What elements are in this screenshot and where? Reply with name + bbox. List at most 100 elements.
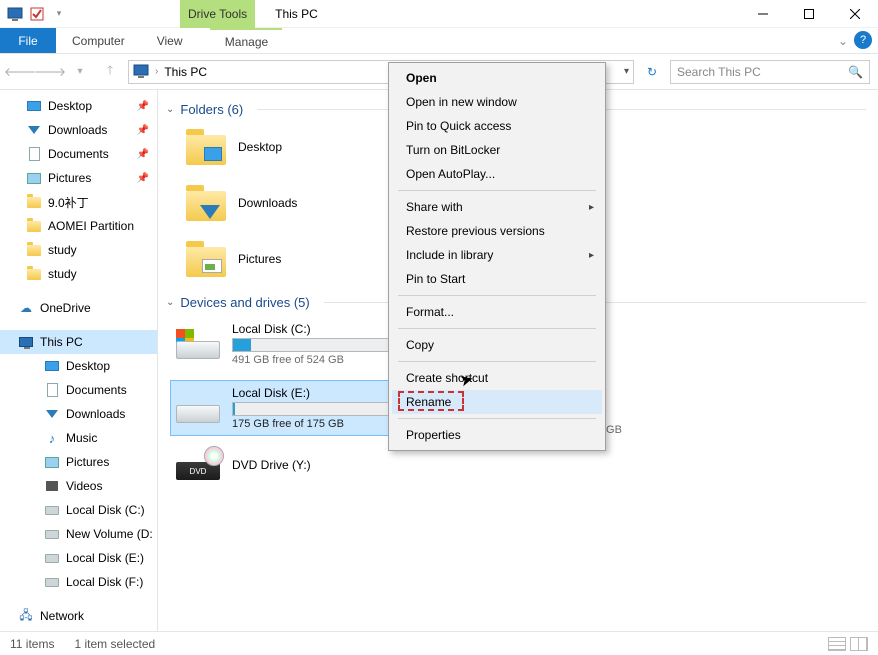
maximize-button[interactable] — [786, 0, 832, 28]
cm-pin-to-start[interactable]: Pin to Start — [392, 267, 602, 291]
manage-tab[interactable]: Manage — [210, 28, 282, 53]
help-icon[interactable]: ? — [854, 31, 872, 49]
nav-quick-downloads[interactable]: Downloads📌 — [0, 118, 157, 142]
nav-pc-disk-f[interactable]: Local Disk (F:) — [0, 570, 157, 594]
cm-open-autoplay[interactable]: Open AutoPlay... — [392, 162, 602, 186]
cm-share-with[interactable]: Share with▸ — [392, 195, 602, 219]
nav-quick-folder-3[interactable]: study — [0, 238, 157, 262]
title-bar: ▾ Drive Tools This PC — [0, 0, 878, 28]
cm-create-shortcut[interactable]: Create shortcut — [392, 366, 602, 390]
desktop-icon — [26, 98, 42, 114]
forward-button[interactable]: 🡒 — [38, 60, 62, 84]
status-bar: 11 items 1 item selected — [0, 631, 878, 655]
nav-pc-disk-e[interactable]: Local Disk (E:) — [0, 546, 157, 570]
search-input[interactable]: Search This PC 🔍 — [670, 60, 870, 84]
qat-dropdown-icon[interactable]: ▾ — [50, 5, 68, 23]
disk-icon — [44, 550, 60, 566]
file-tab[interactable]: File — [0, 28, 56, 53]
nav-quick-desktop[interactable]: Desktop📌 — [0, 94, 157, 118]
up-button[interactable]: 🡑 — [98, 60, 122, 84]
folder-icon — [26, 218, 42, 234]
disk-icon — [44, 574, 60, 590]
cm-rename[interactable]: Rename — [392, 390, 602, 414]
this-pc-icon — [18, 334, 34, 350]
nav-pc-videos[interactable]: Videos — [0, 474, 157, 498]
chevron-down-icon: ⌄ — [166, 104, 174, 115]
search-icon: 🔍 — [848, 65, 863, 79]
refresh-button[interactable]: ↻ — [640, 60, 664, 84]
folder-icon — [186, 129, 226, 165]
nav-onedrive[interactable]: ☁OneDrive — [0, 296, 157, 320]
music-icon: ♪ — [44, 430, 60, 446]
context-menu: Open Open in new window Pin to Quick acc… — [388, 62, 606, 451]
minimize-button[interactable] — [740, 0, 786, 28]
status-selection-count: 1 item selected — [74, 637, 155, 651]
drive-name: DVD Drive (Y:) — [232, 458, 462, 472]
view-tab[interactable]: View — [141, 28, 199, 53]
chevron-down-icon: ⌄ — [166, 297, 174, 308]
quick-access-toolbar: ▾ — [0, 5, 74, 23]
pictures-icon — [26, 170, 42, 186]
nav-pc-pictures[interactable]: Pictures — [0, 450, 157, 474]
view-toggle — [828, 637, 868, 651]
nav-quick-pictures[interactable]: Pictures📌 — [0, 166, 157, 190]
computer-tab[interactable]: Computer — [56, 28, 141, 53]
pin-icon: 📌 — [137, 173, 149, 184]
back-button[interactable]: 🡐 — [8, 60, 32, 84]
details-view-button[interactable] — [828, 637, 846, 651]
nav-pc-downloads[interactable]: Downloads — [0, 402, 157, 426]
breadcrumb[interactable]: This PC — [164, 65, 207, 79]
folder-icon — [26, 194, 42, 210]
cm-format[interactable]: Format... — [392, 300, 602, 324]
network-icon: 🖧 — [18, 608, 34, 624]
this-pc-icon — [133, 64, 149, 80]
search-placeholder: Search This PC — [677, 65, 761, 79]
folder-icon — [186, 241, 226, 277]
document-icon — [26, 146, 42, 162]
cm-include-in-library[interactable]: Include in library▸ — [392, 243, 602, 267]
close-button[interactable] — [832, 0, 878, 28]
chevron-right-icon[interactable]: › — [155, 66, 158, 77]
folder-icon — [26, 266, 42, 282]
app-icon — [6, 5, 24, 23]
expand-ribbon-icon[interactable]: ⌄ — [838, 28, 848, 53]
pin-icon: 📌 — [137, 101, 149, 112]
nav-this-pc[interactable]: This PC — [0, 330, 157, 354]
cm-bitlocker[interactable]: Turn on BitLocker — [392, 138, 602, 162]
properties-qat-icon[interactable] — [28, 5, 46, 23]
pin-icon: 📌 — [137, 125, 149, 136]
drive-tools-contextual-tab[interactable]: Drive Tools — [180, 0, 255, 28]
recent-locations-button[interactable]: ▾ — [68, 60, 92, 84]
nav-network[interactable]: 🖧Network — [0, 604, 157, 628]
cm-restore-previous[interactable]: Restore previous versions — [392, 219, 602, 243]
cm-copy[interactable]: Copy — [392, 333, 602, 357]
disk-icon — [44, 502, 60, 518]
address-dropdown-icon[interactable]: ▾ — [624, 66, 629, 77]
nav-pc-disk-c[interactable]: Local Disk (C:) — [0, 498, 157, 522]
cm-pin-quick-access[interactable]: Pin to Quick access — [392, 114, 602, 138]
tiles-view-button[interactable] — [850, 637, 868, 651]
navigation-pane: Desktop📌 Downloads📌 Documents📌 Pictures📌… — [0, 90, 158, 631]
videos-icon — [44, 478, 60, 494]
nav-pc-documents[interactable]: Documents — [0, 378, 157, 402]
disk-icon — [44, 526, 60, 542]
nav-quick-documents[interactable]: Documents📌 — [0, 142, 157, 166]
cm-properties[interactable]: Properties — [392, 423, 602, 447]
nav-quick-folder-4[interactable]: study — [0, 262, 157, 286]
nav-pc-music[interactable]: ♪Music — [0, 426, 157, 450]
cm-open[interactable]: Open — [392, 66, 602, 90]
onedrive-icon: ☁ — [18, 300, 34, 316]
ribbon-tabs: File Computer View Manage ⌄ ? — [0, 28, 878, 54]
folder-icon — [186, 185, 226, 221]
nav-pc-desktop[interactable]: Desktop — [0, 354, 157, 378]
submenu-arrow-icon: ▸ — [589, 250, 594, 261]
cm-open-new-window[interactable]: Open in new window — [392, 90, 602, 114]
window-title: This PC — [275, 7, 318, 21]
desktop-icon — [44, 358, 60, 374]
nav-pc-new-volume-d[interactable]: New Volume (D: — [0, 522, 157, 546]
drive-icon — [176, 393, 220, 423]
nav-quick-folder-1[interactable]: 9.0补丁 — [0, 190, 157, 214]
nav-quick-folder-2[interactable]: AOMEI Partition — [0, 214, 157, 238]
pictures-icon — [44, 454, 60, 470]
submenu-arrow-icon: ▸ — [589, 202, 594, 213]
